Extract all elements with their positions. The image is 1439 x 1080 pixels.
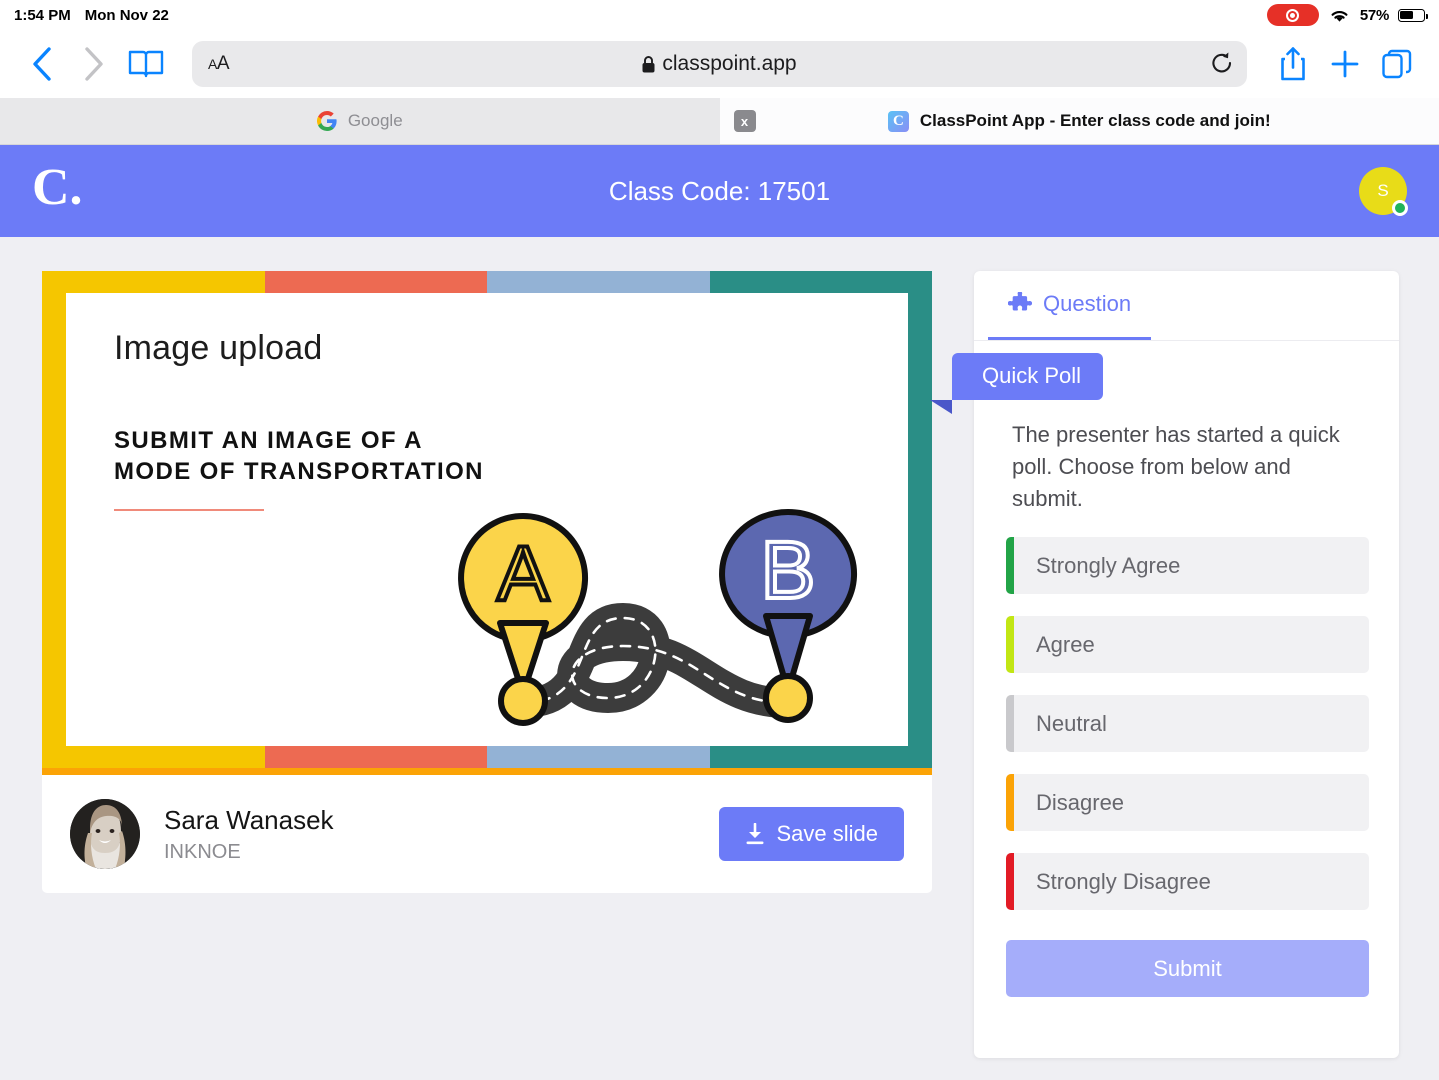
- classpoint-favicon-icon: C: [887, 110, 909, 132]
- option-color-marker: [1006, 537, 1014, 595]
- slide-divider: [114, 509, 264, 512]
- quick-poll-ribbon: Quick Poll: [930, 353, 1104, 414]
- option-color-marker: [1006, 616, 1014, 674]
- poll-option-disagree[interactable]: Disagree: [1006, 774, 1369, 832]
- browser-toolbar: AAAA classpoint.app: [0, 30, 1439, 98]
- slide-body: Image upload SUBMIT AN IMAGE OF A MODE O…: [66, 293, 908, 746]
- poll-option-agree[interactable]: Agree: [1006, 616, 1369, 674]
- option-color-marker: [1006, 695, 1014, 753]
- lock-icon: [642, 55, 655, 72]
- poll-options-list: Strongly Agree Agree Neutral Disagree St…: [974, 515, 1399, 911]
- plus-icon[interactable]: [1321, 40, 1369, 88]
- battery-percent: 57%: [1359, 6, 1389, 24]
- status-time: 1:54 PM: [14, 6, 71, 24]
- reload-icon[interactable]: [1211, 52, 1233, 76]
- option-color-marker: [1006, 853, 1014, 911]
- option-label: Strongly Disagree: [1036, 868, 1211, 894]
- transportation-illustration: A B: [458, 509, 857, 726]
- tab-title: Google: [347, 111, 403, 130]
- slide-image[interactable]: Image upload SUBMIT AN IMAGE OF A MODE O…: [42, 271, 932, 768]
- save-slide-button[interactable]: Save slide: [719, 807, 904, 861]
- slide-subtitle-line-2: MODE OF TRANSPORTATION: [114, 457, 484, 485]
- app-header: C. Class Code: 17501 S: [0, 145, 1439, 237]
- browser-tab-google[interactable]: Google: [0, 98, 720, 144]
- user-avatar[interactable]: S: [1359, 167, 1408, 216]
- panel-tabs: Question: [974, 271, 1399, 341]
- status-date: Mon Nov 22: [84, 6, 169, 24]
- class-code-title: Class Code: 17501: [608, 175, 831, 206]
- save-slide-label: Save slide: [776, 821, 878, 846]
- svg-text:B: B: [761, 525, 816, 616]
- avatar-initial: S: [1377, 181, 1389, 200]
- battery-icon: [1398, 8, 1428, 22]
- ios-status-bar: 1:54 PM Mon Nov 22 57%: [0, 0, 1439, 30]
- share-icon[interactable]: [1269, 40, 1317, 88]
- slide-column: Image upload SUBMIT AN IMAGE OF A MODE O…: [42, 271, 932, 1080]
- book-icon[interactable]: [122, 40, 170, 88]
- slide-subtitle: SUBMIT AN IMAGE OF A MODE OF TRANSPORTAT…: [114, 426, 860, 487]
- presenter-avatar: [70, 799, 140, 869]
- poll-option-neutral[interactable]: Neutral: [1006, 695, 1369, 753]
- question-panel: Question Quick Poll The presenter has st…: [930, 271, 1399, 1058]
- tab-question-label: Question: [1043, 291, 1132, 316]
- quick-poll-label: Quick Poll: [982, 363, 1082, 388]
- url-text: classpoint.app: [662, 52, 797, 75]
- browser-tab-bar: Google x C ClassPoint App - Enter class …: [0, 98, 1439, 145]
- tabs-overview-icon[interactable]: [1373, 40, 1421, 88]
- tab-title: ClassPoint App - Enter class code and jo…: [919, 111, 1271, 130]
- record-indicator-icon: [1266, 4, 1319, 26]
- back-chevron-icon[interactable]: [18, 40, 66, 88]
- puzzle-piece-icon: [1008, 292, 1032, 311]
- slide-subtitle-line-1: SUBMIT AN IMAGE OF A: [114, 427, 423, 454]
- option-color-marker: [1006, 774, 1014, 832]
- svg-text:A: A: [497, 529, 549, 617]
- option-label: Strongly Agree: [1036, 552, 1181, 578]
- browser-tab-classpoint[interactable]: x C ClassPoint App - Enter class code an…: [719, 98, 1439, 144]
- presenter-organization: INKNOE: [164, 840, 241, 863]
- poll-option-strongly-disagree[interactable]: Strongly Disagree: [1006, 853, 1369, 911]
- download-icon: [746, 823, 764, 845]
- close-icon[interactable]: x: [733, 110, 756, 132]
- ribbon-fold: [930, 400, 952, 414]
- poll-option-strongly-agree[interactable]: Strongly Agree: [1006, 537, 1369, 595]
- forward-chevron-icon[interactable]: [70, 40, 118, 88]
- submit-button[interactable]: Submit: [1006, 940, 1369, 998]
- slide-card: Image upload SUBMIT AN IMAGE OF A MODE O…: [42, 271, 932, 775]
- presenter-name: Sara Wanasek: [164, 804, 334, 835]
- slide-progress-bar: [42, 768, 932, 775]
- presenter-bar: Sara Wanasek INKNOE Save slide: [42, 775, 932, 893]
- option-label: Disagree: [1036, 789, 1125, 815]
- online-status-dot: [1392, 200, 1408, 216]
- option-label: Agree: [1036, 631, 1095, 657]
- google-icon: [316, 111, 337, 131]
- tab-question[interactable]: Question: [988, 271, 1152, 340]
- address-bar[interactable]: AAAA classpoint.app: [192, 41, 1247, 87]
- page-content: Image upload SUBMIT AN IMAGE OF A MODE O…: [0, 237, 1439, 1080]
- wifi-icon: [1331, 10, 1348, 22]
- text-size-button[interactable]: AAAA: [208, 53, 230, 75]
- option-label: Neutral: [1036, 710, 1107, 736]
- slide-heading: Image upload: [114, 329, 323, 367]
